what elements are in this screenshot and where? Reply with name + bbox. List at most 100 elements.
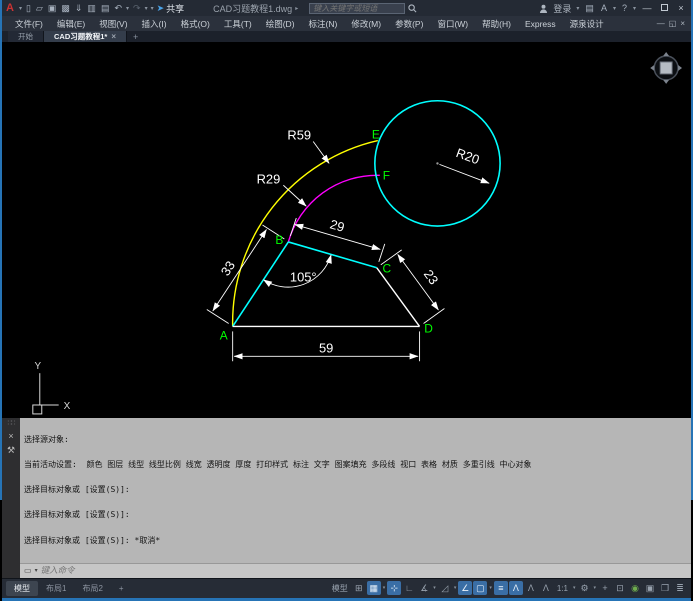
layout-tab-new-icon[interactable]: + xyxy=(111,582,132,595)
app-store-cart-icon[interactable]: ▤ xyxy=(584,3,595,14)
dim-angle-text: 105° xyxy=(290,270,317,285)
minimize-button[interactable]: — xyxy=(641,3,653,13)
polar-tracking-icon[interactable]: ∡ xyxy=(417,581,431,595)
annotation-visibility-icon[interactable]: Λ xyxy=(509,581,523,595)
command-grip-handle[interactable]: ∷∷ xyxy=(8,419,15,427)
menu-help[interactable]: 帮助(H) xyxy=(475,18,518,30)
lineweight-icon[interactable]: ≡ xyxy=(494,581,508,595)
segment-cd[interactable] xyxy=(377,268,420,327)
app-caret-icon[interactable]: ▾ xyxy=(613,5,616,12)
save-icon[interactable]: ▣ xyxy=(47,3,58,14)
menu-insert[interactable]: 插入(I) xyxy=(135,18,174,30)
menu-window[interactable]: 窗口(W) xyxy=(430,18,475,30)
annotation-scale-people-icon[interactable]: Λ xyxy=(539,581,553,595)
navigation-wheel-icon[interactable] xyxy=(650,52,682,84)
autodesk-app-icon[interactable]: A xyxy=(600,3,608,13)
ucs-icon xyxy=(33,373,59,414)
menu-modify[interactable]: 修改(M) xyxy=(344,18,388,30)
command-settings-wrench-icon[interactable]: ⚒ xyxy=(7,445,15,456)
maximize-button[interactable] xyxy=(658,3,670,13)
model-space-button[interactable]: 模型 xyxy=(329,581,351,595)
print-icon[interactable]: ▤ xyxy=(100,3,111,14)
app-menu-caret-icon[interactable]: ▾ xyxy=(19,5,22,12)
qat-customize-caret-icon[interactable]: ▾ xyxy=(151,5,154,12)
doc-close-button[interactable]: × xyxy=(680,19,685,28)
iso-caret-icon[interactable]: ▾ xyxy=(454,585,457,591)
user-icon[interactable] xyxy=(539,3,548,13)
snap-caret-icon[interactable]: ▾ xyxy=(383,585,386,591)
close-button[interactable]: × xyxy=(675,3,687,13)
dim-23-text: 23 xyxy=(421,267,442,287)
undo-caret-icon[interactable]: ▾ xyxy=(126,5,129,12)
object-snap-tracking-icon[interactable]: ∠ xyxy=(458,581,472,595)
graphics-performance-icon[interactable]: ◉ xyxy=(628,581,642,595)
doc-minimize-button[interactable]: — xyxy=(657,19,665,28)
redo-caret-icon[interactable]: ▾ xyxy=(145,5,148,12)
login-button[interactable]: 登录 xyxy=(553,2,571,15)
new-file-icon[interactable]: ▯ xyxy=(25,3,32,14)
quick-properties-icon[interactable]: ⊡ xyxy=(613,581,627,595)
command-prompt-icon[interactable]: ▭ xyxy=(24,566,32,575)
plot-icon[interactable]: ▥ xyxy=(86,3,97,14)
scale-caret-icon[interactable]: ▾ xyxy=(573,585,576,591)
segment-bc[interactable] xyxy=(288,242,376,268)
clean-screen-icon[interactable]: ❒ xyxy=(658,581,672,595)
menu-file[interactable]: 文件(F) xyxy=(8,18,50,30)
help-icon[interactable]: ? xyxy=(621,3,628,13)
polar-caret-icon[interactable]: ▾ xyxy=(433,585,436,591)
osnap-caret-icon[interactable]: ▾ xyxy=(489,585,492,591)
object-snap-icon[interactable]: ▢ xyxy=(473,581,487,595)
menu-express[interactable]: Express xyxy=(518,19,563,29)
grid-display-icon[interactable]: ⊞ xyxy=(352,581,366,595)
app-logo-icon[interactable]: A xyxy=(6,2,14,14)
isometric-drafting-icon[interactable]: ◿ xyxy=(438,581,452,595)
menu-yuanquan[interactable]: 源泉设计 xyxy=(563,18,611,30)
tab-close-icon[interactable]: × xyxy=(111,32,116,41)
doc-restore-button[interactable]: ◱ xyxy=(669,19,677,28)
help-caret-icon[interactable]: ▾ xyxy=(633,5,636,12)
segment-ab[interactable] xyxy=(233,242,289,327)
annotation-autoscale-icon[interactable]: Λ xyxy=(524,581,538,595)
export-icon[interactable]: ⇓ xyxy=(74,3,84,14)
menu-tools[interactable]: 工具(T) xyxy=(217,18,259,30)
dim-r20-text: R20 xyxy=(454,145,481,167)
annotation-scale-button[interactable]: 1:1 xyxy=(554,581,571,595)
redo-icon[interactable]: ↷ xyxy=(132,3,142,14)
leader-r59 xyxy=(313,142,329,164)
snap-mode-icon[interactable]: ▦ xyxy=(367,581,381,595)
menu-format[interactable]: 格式(O) xyxy=(174,18,217,30)
login-caret-icon[interactable]: ▾ xyxy=(576,5,579,12)
tab-document[interactable]: CAD习题教程1* × xyxy=(44,31,127,42)
save-as-icon[interactable]: ▩ xyxy=(60,3,71,14)
open-file-icon[interactable]: ▱ xyxy=(35,3,44,14)
layout-tab-layout2[interactable]: 布局2 xyxy=(74,581,110,596)
command-prompt-caret-icon[interactable]: ▾ xyxy=(35,567,38,574)
search-input[interactable] xyxy=(309,3,405,14)
layout-tab-layout1[interactable]: 布局1 xyxy=(38,581,74,596)
menu-view[interactable]: 视图(V) xyxy=(92,18,134,30)
menu-bar: 文件(F) 编辑(E) 视图(V) 插入(I) 格式(O) 工具(T) 绘图(D… xyxy=(2,16,691,31)
ortho-mode-icon[interactable]: ∟ xyxy=(402,581,416,595)
infer-constraints-icon[interactable]: ⊹ xyxy=(387,581,401,595)
workspace-gear-icon[interactable]: ⚙ xyxy=(577,581,591,595)
undo-icon[interactable]: ↶ xyxy=(113,3,123,14)
annotation-monitor-icon[interactable]: + xyxy=(598,581,612,595)
drawing-canvas[interactable]: 59 33 29 23 10 xyxy=(2,42,691,418)
point-label-c: C xyxy=(382,262,391,276)
share-button[interactable]: ➤ 共享 xyxy=(157,2,185,15)
customize-icon[interactable]: ≣ xyxy=(673,581,687,595)
menu-dimension[interactable]: 标注(N) xyxy=(302,18,345,30)
layout-tab-model[interactable]: 模型 xyxy=(6,581,38,596)
ucs-x-label: X xyxy=(64,401,71,412)
search-icon[interactable] xyxy=(408,3,417,13)
arc-r59-yellow[interactable] xyxy=(233,141,378,327)
menu-draw[interactable]: 绘图(D) xyxy=(259,18,302,30)
menu-parametric[interactable]: 参数(P) xyxy=(388,18,430,30)
isolate-objects-icon[interactable]: ▣ xyxy=(643,581,657,595)
gear-caret-icon[interactable]: ▾ xyxy=(593,585,596,591)
menu-edit[interactable]: 编辑(E) xyxy=(50,18,92,30)
command-close-icon[interactable]: × xyxy=(8,431,13,441)
command-input[interactable] xyxy=(41,566,241,576)
tab-start[interactable]: 开始 xyxy=(8,31,44,42)
tab-new-icon[interactable]: + xyxy=(127,32,144,42)
